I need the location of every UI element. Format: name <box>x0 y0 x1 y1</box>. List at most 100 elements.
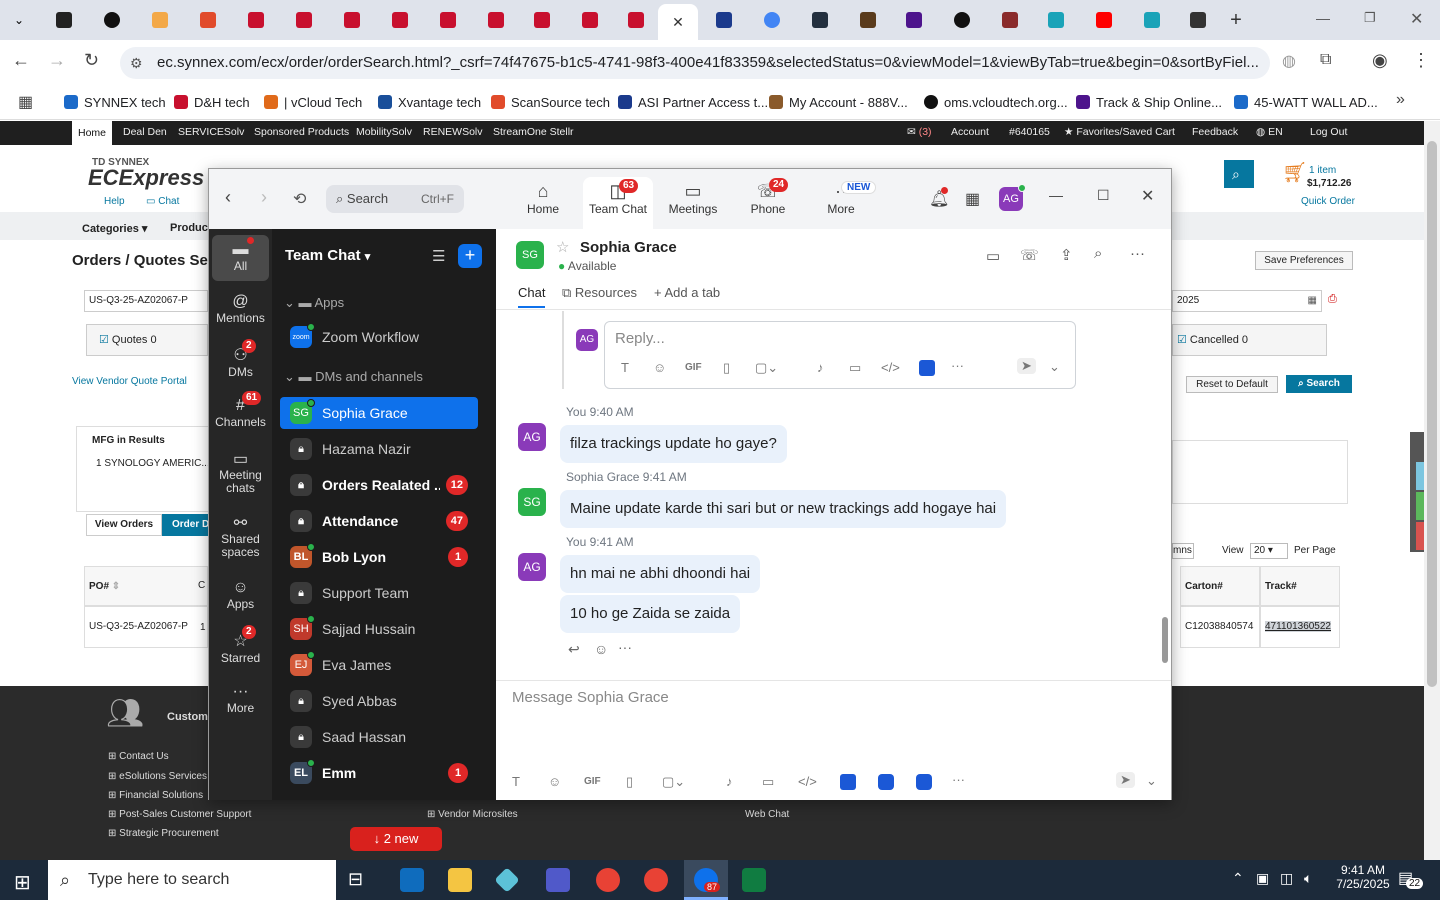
tab-fedex[interactable] <box>894 8 934 32</box>
message-avatar[interactable]: AG <box>518 423 546 451</box>
format-text-icon[interactable]: T <box>621 360 629 375</box>
vendor-quote-link[interactable]: View Vendor Quote Portal <box>72 376 187 387</box>
tab-add[interactable]: + Add a tab <box>654 285 720 300</box>
file-explorer-icon[interactable] <box>448 868 472 892</box>
chrome-icon[interactable] <box>596 868 620 892</box>
new-chat-plus-icon[interactable]: + <box>458 244 482 268</box>
bookmark-item[interactable]: SYNNEX tech <box>64 92 166 112</box>
network-icon[interactable]: ◫ <box>1280 870 1293 887</box>
menu-icon[interactable]: ⋮ <box>1412 50 1430 71</box>
chat-scrollbar-thumb[interactable] <box>1162 617 1168 663</box>
list-item[interactable]: 🔒︎ Attendance 47 <box>280 505 478 537</box>
footer-vendor-link[interactable]: ⊞ Vendor Microsites <box>427 809 518 820</box>
address-bar[interactable]: ⚙ ec.synnex.com/ecx/order/orderSearch.ht… <box>120 47 1270 79</box>
nav-zoom-home[interactable]: ⌂ Home <box>515 181 571 216</box>
close-icon[interactable]: ✕ <box>1410 9 1423 29</box>
tab-dh-9[interactable] <box>616 8 656 32</box>
gif-icon[interactable]: GIF <box>584 776 601 787</box>
chrome-icon-2[interactable] <box>644 868 668 892</box>
nav-deal-den[interactable]: Deal Den <box>123 126 167 138</box>
cell-track[interactable]: 471101360522 <box>1260 606 1340 648</box>
cancelled-filter[interactable]: ☑ Cancelled 0 <box>1172 324 1327 356</box>
categories-menu[interactable]: Categories ▾ <box>82 222 147 235</box>
tab-app[interactable] <box>92 8 132 32</box>
help-link[interactable]: Help <box>104 196 125 207</box>
site-info-icon[interactable]: ⚙ <box>130 47 143 79</box>
nav-phone[interactable]: ☏ Phone 24 <box>743 178 793 216</box>
bell-icon[interactable]: 🔔︎ <box>929 187 949 209</box>
contact-avatar[interactable]: SG <box>516 241 544 269</box>
teams-icon[interactable] <box>546 868 570 892</box>
emoji-icon[interactable]: ☺ <box>653 360 666 375</box>
tray-chevron-icon[interactable]: ⌃ <box>1232 870 1244 887</box>
tab-active-synnex[interactable]: ✕ <box>658 4 698 40</box>
quick-order-link[interactable]: Quick Order <box>1301 196 1355 207</box>
nav-sponsored[interactable]: Sponsored Products <box>254 126 349 138</box>
reset-default-button[interactable]: Reset to Default <box>1186 376 1278 393</box>
tab-dh-4[interactable] <box>380 8 420 32</box>
tab-app-3[interactable] <box>1036 8 1076 32</box>
app-icon[interactable] <box>919 360 935 376</box>
section-dms[interactable]: ⌄ ▬ DMs and channels <box>284 369 423 385</box>
reload-icon[interactable]: ↻ <box>84 50 99 71</box>
extensions-icon[interactable]: ⧉ <box>1320 51 1331 69</box>
send-icon[interactable]: ➤ <box>1116 772 1135 788</box>
tab-chat[interactable]: Chat <box>518 285 546 308</box>
new-tab-button[interactable]: + <box>1216 8 1256 32</box>
bookmark-item[interactable]: D&H tech <box>174 92 250 112</box>
screenshot-icon[interactable]: ▢⌄ <box>755 360 778 376</box>
code-icon[interactable]: </> <box>881 360 900 375</box>
app-icon-2[interactable] <box>878 774 894 790</box>
footer-link[interactable]: ⊞ Post-Sales Customer Support <box>108 809 251 820</box>
products-menu[interactable]: Product <box>170 222 212 234</box>
mail-count[interactable]: ✉ (3) <box>907 126 932 138</box>
reply-thread-icon[interactable]: ↩ <box>568 641 580 658</box>
add-reaction-icon[interactable]: ☺ <box>594 641 608 657</box>
emoji-icon[interactable]: ☺ <box>548 774 561 789</box>
clock[interactable]: 9:41 AM 7/25/2025 <box>1330 863 1396 891</box>
video-call-icon[interactable]: ▭ <box>986 247 1000 265</box>
history-icon[interactable]: ⟲ <box>293 189 306 209</box>
tab-dh-3[interactable] <box>332 8 372 32</box>
translate-icon[interactable]: ◍ <box>1282 51 1296 71</box>
nav-more[interactable]: ·· More NEW <box>817 181 877 216</box>
list-item[interactable]: EL Emm 1 <box>280 757 478 789</box>
tab-close-icon[interactable]: ✕ <box>672 14 684 31</box>
new-messages-pill[interactable]: ↓ 2 new <box>350 827 442 851</box>
list-item[interactable]: 🔒︎ Hazama Nazir <box>280 433 478 465</box>
calendar-icon[interactable]: ▦ <box>965 189 980 209</box>
view-orders-tab[interactable]: View Orders <box>86 514 162 536</box>
pdf-icon[interactable]: ⎙ <box>1328 293 1337 306</box>
list-item[interactable]: 🔒︎ Syed Abbas <box>280 685 478 717</box>
col-track[interactable]: Track# <box>1260 566 1340 606</box>
tab-openai[interactable] <box>942 8 982 32</box>
tab-amazon[interactable] <box>44 8 84 32</box>
message-more-icon[interactable]: ··· <box>618 639 632 655</box>
app-icon-3[interactable] <box>916 774 932 790</box>
code-icon[interactable]: </> <box>798 774 817 789</box>
tab-google[interactable] <box>752 8 792 32</box>
calendar-icon[interactable]: ▦ <box>1308 291 1317 311</box>
list-item[interactable]: BL Bob Lyon 1 <box>280 541 478 573</box>
rail-shared-spaces[interactable]: ⚯ Shared spaces <box>209 513 272 559</box>
footer-link[interactable]: ⊞ Strategic Procurement <box>108 828 219 839</box>
rail-dms[interactable]: ⚇ DMs 2 <box>209 339 272 379</box>
format-text-icon[interactable]: T <box>512 774 520 789</box>
maximize-icon[interactable]: ☐ <box>1097 187 1110 204</box>
team-chat-dropdown[interactable]: Team Chat ▾ <box>285 247 370 264</box>
cart-items[interactable]: 1 item <box>1309 165 1336 176</box>
footer-link[interactable]: ⊞ Contact Us <box>108 751 169 762</box>
tab-amazon-3[interactable] <box>800 8 840 32</box>
footer-link[interactable]: ⊞ eSolutions Services <box>108 771 207 782</box>
forward-icon[interactable]: → <box>48 50 66 71</box>
bookmark-item[interactable]: My Account - 888V... <box>769 92 908 112</box>
nav-mobilitysolv[interactable]: MobilitySolv <box>356 126 412 138</box>
windows-start-icon[interactable]: ⊞ <box>14 870 31 895</box>
screenshot-icon[interactable]: ▢⌄ <box>662 774 685 790</box>
more-bookmarks-icon[interactable]: » <box>1396 91 1405 109</box>
message-avatar[interactable]: AG <box>518 553 546 581</box>
tab-scansource[interactable] <box>188 8 228 32</box>
apps-grid-icon[interactable]: ▦ <box>18 92 33 112</box>
message-bubble[interactable]: filza trackings update ho gaye? <box>560 425 787 463</box>
list-item[interactable]: EJ Eva James <box>280 649 478 681</box>
